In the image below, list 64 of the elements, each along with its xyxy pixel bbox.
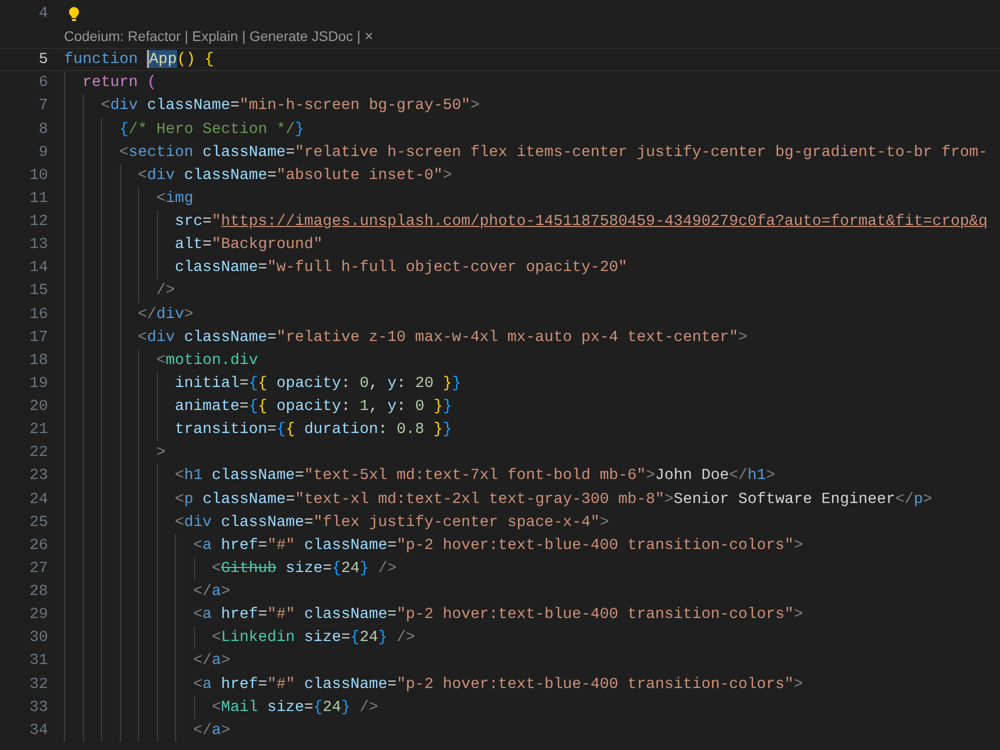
- code-line: <Github size={24} />: [210, 558, 397, 579]
- code-line: initial={{ opacity: 0, y: 20 }}: [174, 372, 462, 394]
- code-line: <a href="#" className="p-2 hover:text-blue-400 transition-colors">: [192, 604, 803, 626]
- line-number: 12: [28, 211, 48, 232]
- line-number: 7: [38, 95, 48, 116]
- line-number: 6: [38, 72, 48, 94]
- code-line: />: [155, 280, 175, 302]
- line-number: 22: [28, 442, 48, 464]
- line-number: 30: [28, 627, 48, 648]
- line-number: 21: [28, 419, 48, 440]
- line-number: 18: [28, 350, 48, 371]
- line-number: 19: [28, 372, 48, 394]
- code-line: <Mail size={24} />: [210, 696, 378, 718]
- code-line: </a>: [192, 720, 230, 741]
- code-line: src="https://images.unsplash.com/photo-1451187580459-43490279c0fa?auto=format&fit=crop&q: [174, 211, 988, 232]
- code-line: <h1 className="text-5xl md:text-7xl font-bold mb-6">John Doe</h1>: [174, 465, 776, 486]
- code-line: animate={{ opacity: 1, y: 0 }}: [174, 396, 452, 417]
- code-line: >: [155, 442, 166, 464]
- close-button[interactable]: ×: [364, 29, 374, 44]
- code-line: </a>: [192, 650, 230, 672]
- line-number: 10: [28, 164, 48, 186]
- line-number: 31: [28, 650, 48, 672]
- code-line: return (: [81, 72, 156, 94]
- line-number: 13: [28, 234, 48, 256]
- code-line: className="w-full h-full object-cover opacity-20": [174, 257, 628, 278]
- code-line: <img: [155, 188, 194, 209]
- line-number: 20: [28, 396, 48, 417]
- line-number: 16: [28, 304, 48, 324]
- line-number: 28: [28, 581, 48, 602]
- line-number: 24: [28, 488, 48, 510]
- line-number: 11: [28, 188, 48, 209]
- code-line: <a href="#" className="p-2 hover:text-blue-400 transition-colors">: [192, 534, 803, 556]
- line-number: 32: [28, 674, 48, 694]
- line-number: 25: [28, 512, 48, 533]
- code-line: </a>: [192, 581, 230, 602]
- code-lens-actions[interactable]: Codeium: Refactor | Explain | Generate JSDoc |: [64, 26, 360, 48]
- code-line: <div className="absolute inset-0">: [136, 164, 452, 186]
- line-number: 34: [28, 720, 48, 741]
- code-line: </div>: [136, 304, 194, 324]
- code-line: alt="Background": [174, 234, 323, 256]
- code-line: <p className="text-xl md:text-2xl text-gray-300 mb-8">Senior Software Engineer</p>: [174, 488, 932, 510]
- code-line: <div className="relative z-10 max-w-4xl mx-auto px-4 text-center">: [136, 326, 748, 348]
- code-line: function App() {: [64, 49, 214, 70]
- line-number: 8: [38, 118, 48, 140]
- line-number: 26: [28, 534, 48, 556]
- line-number: 4: [38, 3, 48, 24]
- code-line: <section className="relative h-screen flex items-center justify-center bg-gradient-to-br from-: [118, 142, 988, 163]
- line-number: 27: [28, 558, 48, 579]
- code-line: <div className="flex justify-center space-x-4">: [174, 512, 609, 533]
- code-line: <Linkedin size={24} />: [210, 627, 416, 648]
- line-number: 9: [38, 142, 48, 163]
- code-line: <a href="#" className="p-2 hover:text-blue-400 transition-colors">: [192, 674, 803, 694]
- line-number: 14: [28, 257, 48, 278]
- code-line: <div className="min-h-screen bg-gray-50">: [100, 95, 480, 116]
- code-line: {/* Hero Section */}: [118, 118, 304, 140]
- line-number: 15: [28, 280, 48, 302]
- line-number: 17: [28, 326, 48, 348]
- code-line: <motion.div: [155, 350, 258, 371]
- line-number: 5: [38, 49, 48, 70]
- code-line: transition={{ duration: 0.8 }}: [174, 419, 452, 440]
- line-number: 23: [28, 465, 48, 486]
- lightbulb-icon[interactable]: [68, 6, 80, 22]
- line-number: 33: [28, 696, 48, 718]
- line-number: 29: [28, 604, 48, 626]
